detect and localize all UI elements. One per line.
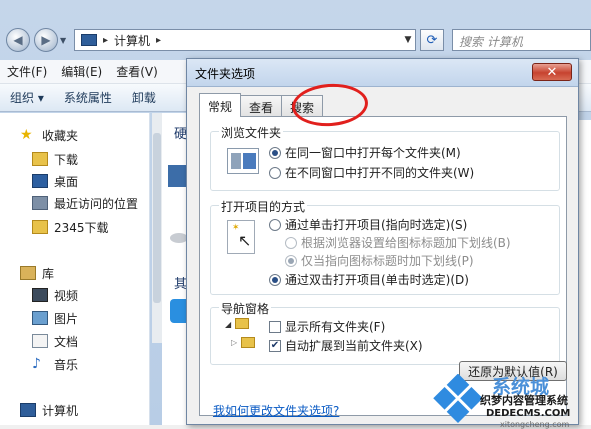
forward-button[interactable]: ▶: [34, 28, 58, 52]
menu-edit[interactable]: 编辑(E): [54, 63, 109, 80]
option-underline-hover: 仅当指向图标标题时加下划线(P): [285, 252, 474, 269]
sidebar-item-desktop[interactable]: 桌面: [32, 171, 78, 191]
help-link[interactable]: 我如何更改文件夹选项?: [213, 402, 339, 419]
tree-collapse-icon: ▷: [231, 338, 238, 347]
radio-on-icon[interactable]: [269, 273, 281, 286]
pictures-icon: [32, 311, 48, 325]
recent-places-icon: [32, 196, 48, 210]
arrow-left-icon: ◀: [13, 33, 23, 47]
option-underline-browser: 根据浏览器设置给图标标题加下划线(B): [285, 234, 511, 251]
navigation-pane-title: 导航窗格: [219, 300, 272, 317]
option-show-all-folders[interactable]: 显示所有文件夹(F): [269, 318, 385, 335]
downloads-folder-icon: [32, 152, 48, 166]
radio-off-icon[interactable]: [269, 218, 281, 231]
browse-folders-title: 浏览文件夹: [219, 124, 284, 141]
tab-general[interactable]: 常规: [199, 93, 242, 117]
windows-logo-icon: [433, 374, 483, 424]
option-single-click[interactable]: 通过单击打开项目(指向时选定)(S): [269, 216, 467, 233]
back-button[interactable]: ◀: [6, 28, 30, 52]
history-dropdown-icon[interactable]: ▼: [60, 36, 66, 45]
system-properties-button[interactable]: 系统属性: [54, 89, 122, 106]
radio-disabled-on-icon: [285, 254, 297, 267]
radio-disabled-icon: [285, 236, 297, 249]
navigation-bar: ◀ ▶ ▼ ▸ 计算机 ▸ ▼ ⟳ 搜索 计算机: [0, 24, 591, 56]
checkbox-unchecked-icon[interactable]: [269, 320, 281, 333]
address-bar[interactable]: ▸ 计算机 ▸: [74, 29, 416, 51]
sidebar-item-music[interactable]: ♪ 音乐: [32, 354, 78, 374]
menu-view[interactable]: 查看(V): [109, 63, 165, 80]
sidebar-item-recent-places[interactable]: 最近访问的位置: [32, 193, 138, 213]
computer-icon: [20, 403, 36, 417]
documents-icon: [32, 334, 48, 348]
navigation-pane-group: 导航窗格 ◢ ▷ 显示所有文件夹(F) ✔ 自动扩展到当前文件夹(X): [210, 300, 560, 365]
sidebar-computer[interactable]: 计算机: [20, 400, 78, 420]
sidebar-item-videos[interactable]: 视频: [32, 285, 78, 305]
cursor-click-icon: ↖ ✶: [227, 220, 255, 254]
option-double-click[interactable]: 通过双击打开项目(单击时选定)(D): [269, 271, 469, 288]
watermark-line2: DEDECMS.COM: [486, 408, 571, 419]
sidebar-item-2345-downloads[interactable]: 2345下载: [32, 217, 109, 237]
option-new-window[interactable]: 在不同窗口中打开不同的文件夹(W): [269, 164, 474, 181]
uninstall-button[interactable]: 卸载: [122, 89, 166, 106]
sidebar-item-downloads[interactable]: 下载: [32, 149, 78, 169]
library-icon: [20, 266, 36, 280]
drive-icon[interactable]: [168, 165, 186, 187]
checkbox-checked-icon[interactable]: ✔: [269, 339, 281, 352]
close-icon: ✕: [546, 64, 558, 80]
option-same-window[interactable]: 在同一窗口中打开每个文件夹(M): [269, 144, 461, 161]
breadcrumb-chevron-icon[interactable]: ▸: [103, 35, 108, 46]
click-items-title: 打开项目的方式: [219, 198, 308, 215]
dialog-titlebar: 文件夹选项 ✕: [187, 59, 578, 87]
sidebar-scrollbar[interactable]: [152, 113, 162, 343]
desktop-icon: [32, 174, 48, 188]
dialog-title: 文件夹选项: [195, 67, 256, 81]
radio-off-icon[interactable]: [269, 166, 281, 179]
scrollbar-thumb[interactable]: [153, 133, 161, 303]
tab-view[interactable]: 查看: [240, 95, 283, 117]
computer-icon: [81, 34, 97, 46]
address-dropdown-icon[interactable]: ▼: [400, 29, 416, 51]
navigation-pane: ★ 收藏夹 下载 桌面 最近访问的位置 2345下载 库 视频 图片 文档 ♪ …: [0, 113, 150, 425]
folder-icon: [32, 220, 48, 234]
menu-file[interactable]: 文件(F): [0, 63, 54, 80]
folder-icon: [235, 318, 249, 329]
option-auto-expand[interactable]: ✔ 自动扩展到当前文件夹(X): [269, 337, 423, 354]
window-preview-icon: [227, 148, 259, 174]
search-input[interactable]: 搜索 计算机: [452, 29, 591, 51]
radio-on-icon[interactable]: [269, 146, 281, 159]
refresh-icon: ⟳: [426, 32, 438, 48]
sidebar-item-documents[interactable]: 文档: [32, 331, 78, 351]
breadcrumb-chevron-icon[interactable]: ▸: [156, 35, 161, 46]
arrow-right-icon: ▶: [41, 33, 51, 47]
sidebar-item-pictures[interactable]: 图片: [32, 308, 78, 328]
breadcrumb-computer[interactable]: 计算机: [114, 32, 150, 49]
refresh-button[interactable]: ⟳: [420, 29, 444, 51]
sidebar-favorites[interactable]: ★ 收藏夹: [20, 125, 78, 145]
folder-icon: [241, 337, 255, 348]
click-items-group: 打开项目的方式 ↖ ✶ 通过单击打开项目(指向时选定)(S) 根据浏览器设置给图…: [210, 198, 560, 295]
sidebar-library[interactable]: 库: [20, 263, 54, 283]
star-icon: ★: [20, 127, 33, 143]
watermark-line1: 织梦内容管理系统: [480, 394, 568, 407]
tree-expand-icon: ◢: [225, 320, 232, 329]
video-icon: [32, 288, 48, 302]
watermark: 系统城 织梦内容管理系统 DEDECMS.COM xitongcheng.com: [430, 370, 591, 429]
music-icon: ♪: [32, 356, 41, 372]
browse-folders-group: 浏览文件夹 在同一窗口中打开每个文件夹(M) 在不同窗口中打开不同的文件夹(W): [210, 124, 560, 191]
organize-button[interactable]: 组织 ▾: [0, 89, 54, 106]
close-button[interactable]: ✕: [532, 63, 572, 81]
